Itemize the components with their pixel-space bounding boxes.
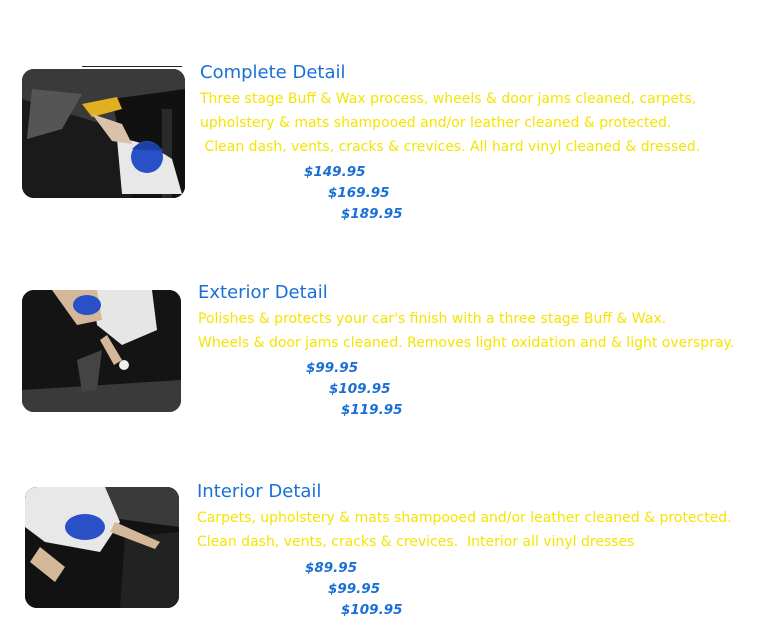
price-small: $149.95 — [304, 164, 366, 180]
price-medium: $99.95 — [328, 581, 381, 597]
detailer-cleaning-interior-photo — [22, 69, 185, 198]
decorative-divider — [82, 66, 182, 67]
price-medium: $169.95 — [328, 185, 390, 201]
price-small: $89.95 — [305, 560, 358, 576]
service-title: Interior Detail — [197, 481, 322, 502]
service-description-line: upholstery & mats shampooed and/or leath… — [200, 115, 672, 131]
service-title: Exterior Detail — [198, 282, 328, 303]
service-description-line: Three stage Buff & Wax process, wheels &… — [200, 91, 697, 107]
service-description-line: Polishes & protects your car's finish wi… — [198, 311, 667, 327]
service-description-line: Carpets, upholstery & mats shampooed and… — [197, 510, 732, 526]
price-large: $189.95 — [341, 206, 403, 222]
service-description-line: Clean dash, vents, cracks & crevices. Al… — [200, 139, 701, 155]
service-description-line: Wheels & door jams cleaned. Removes ligh… — [198, 335, 735, 351]
service-title: Complete Detail — [200, 62, 346, 83]
detailer-cleaning-seats-photo — [25, 487, 179, 608]
price-medium: $109.95 — [329, 381, 391, 397]
price-large: $119.95 — [341, 402, 403, 418]
price-small: $99.95 — [306, 360, 359, 376]
detailer-polishing-exterior-photo — [22, 290, 181, 412]
price-large: $109.95 — [341, 602, 403, 618]
service-description-line: Clean dash, vents, cracks & crevices. In… — [197, 534, 635, 550]
